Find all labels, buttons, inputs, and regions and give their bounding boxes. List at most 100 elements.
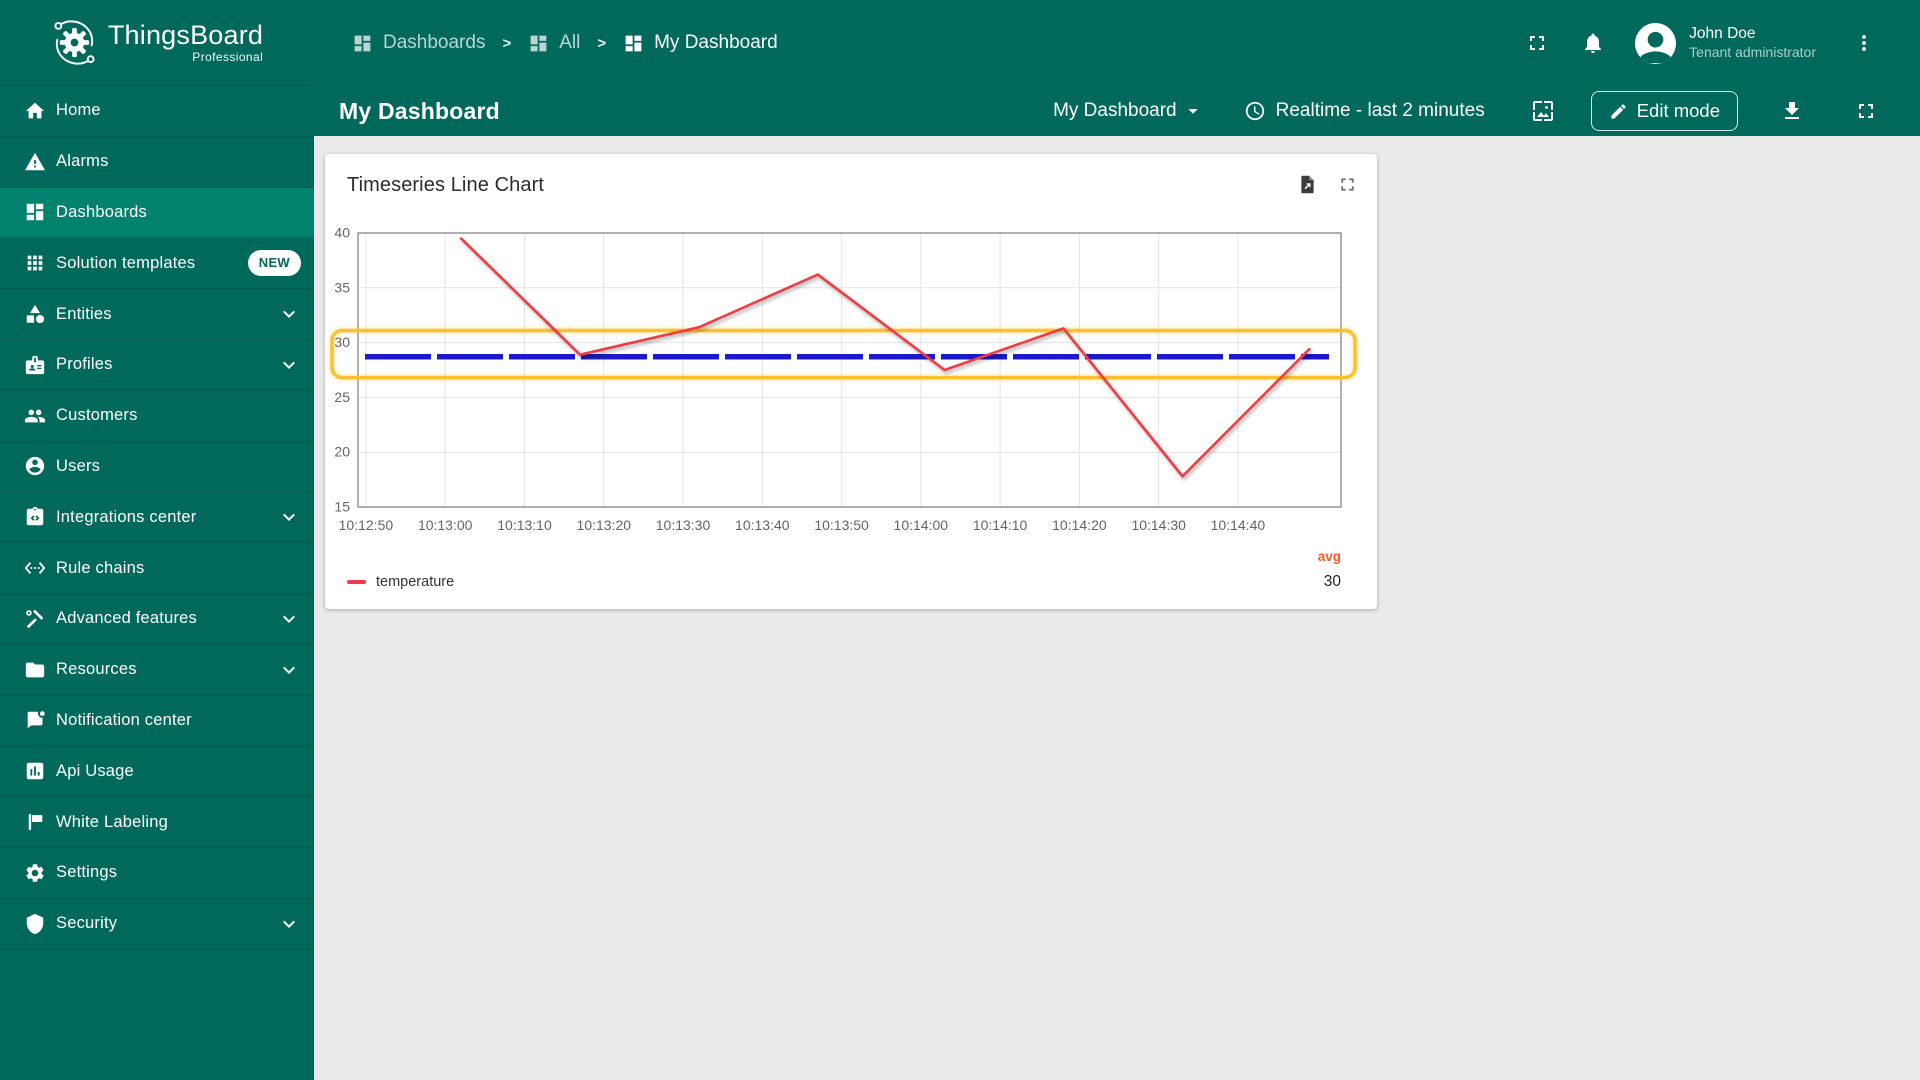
sidebar-item-alarms[interactable]: Alarms bbox=[0, 137, 314, 188]
widget-fullscreen-icon[interactable] bbox=[1337, 174, 1358, 195]
sidebar-item-users[interactable]: Users bbox=[0, 442, 314, 493]
highlight-band bbox=[330, 328, 1357, 380]
breadcrumb-separator: > bbox=[502, 34, 512, 52]
rule-chains-icon bbox=[24, 557, 46, 579]
edit-mode-button[interactable]: Edit mode bbox=[1590, 91, 1738, 131]
chevron-down-icon bbox=[277, 353, 301, 377]
brand-text: ThingsBoard Professional bbox=[107, 20, 264, 64]
sidebar-item-resources[interactable]: Resources bbox=[0, 645, 314, 696]
sidebar-item-profiles[interactable]: Profiles bbox=[0, 340, 314, 391]
x-tick-label: 10:13:00 bbox=[418, 517, 473, 533]
timeseries-widget: Timeseries Line Chart 15 20 25 30 35 40 10:12:… bbox=[325, 154, 1377, 609]
sidebar-item-dashboards[interactable]: Dashboards bbox=[0, 187, 314, 239]
dashboard-select[interactable]: My Dashboard bbox=[1053, 100, 1204, 122]
sidebar-item-label: Home bbox=[56, 101, 101, 120]
sidebar-item-integrations-center[interactable]: Integrations center bbox=[0, 492, 314, 544]
sidebar-item-label: Advanced features bbox=[56, 609, 197, 628]
chevron-down-icon bbox=[277, 505, 301, 529]
dashboard-toolbar: My Dashboard My Dashboard Realtime - las… bbox=[314, 86, 1920, 136]
sidebar-item-white-labeling[interactable]: White Labeling bbox=[0, 797, 314, 848]
integrations-icon bbox=[24, 506, 46, 528]
breadcrumb-item[interactable]: Dashboards bbox=[352, 32, 485, 54]
breadcrumb-item[interactable]: My Dashboard bbox=[623, 32, 778, 54]
white-labeling-icon bbox=[24, 811, 46, 833]
sidebar-item-rule-chains[interactable]: Rule chains bbox=[0, 543, 314, 594]
x-tick-label: 10:14:40 bbox=[1211, 517, 1266, 533]
toolbar-fullscreen-icon[interactable] bbox=[1854, 99, 1878, 123]
dashboards-icon bbox=[24, 201, 46, 223]
new-badge: NEW bbox=[247, 250, 301, 277]
notifications-bell-icon[interactable] bbox=[1581, 31, 1605, 55]
brand-subtitle: Professional bbox=[192, 49, 264, 64]
home-icon bbox=[24, 100, 46, 122]
sidebar-item-advanced-features[interactable]: Advanced features bbox=[0, 594, 314, 645]
widget-actions bbox=[1297, 174, 1358, 195]
breadcrumb: Dashboards > All > My Dashboard bbox=[314, 32, 778, 54]
api-usage-icon bbox=[24, 760, 46, 782]
y-tick-label: 20 bbox=[334, 444, 350, 460]
time-window-label: Realtime - last 2 minutes bbox=[1275, 100, 1485, 121]
toolbar-actions: My Dashboard Realtime - last 2 minutes E… bbox=[1053, 91, 1920, 131]
dashboard-canvas: Timeseries Line Chart 15 20 25 30 35 40 10:12:… bbox=[314, 136, 1920, 1080]
sidebar-item-label: Customers bbox=[56, 406, 138, 425]
top-header: Dashboards > All > My Dashboard John Doe Ten… bbox=[314, 0, 1920, 86]
dashboards-icon bbox=[623, 33, 644, 54]
x-tick-label: 10:12:50 bbox=[339, 517, 394, 533]
breadcrumb-item[interactable]: All bbox=[528, 32, 580, 54]
user-menu[interactable]: John Doe Tenant administrator bbox=[1635, 22, 1816, 64]
x-tick-label: 10:13:30 bbox=[656, 517, 711, 533]
breadcrumb-label: Dashboards bbox=[383, 32, 486, 53]
legend-series-toggle[interactable]: temperature bbox=[347, 574, 454, 590]
sidebar-item-security[interactable]: Security bbox=[0, 899, 314, 950]
sidebar: ThingsBoard Professional Home Alarms Dashb… bbox=[0, 0, 314, 1080]
download-icon[interactable] bbox=[1780, 99, 1804, 123]
sidebar-item-notification-center[interactable]: Notification center bbox=[0, 696, 314, 747]
header-actions: John Doe Tenant administrator bbox=[1525, 22, 1920, 64]
sidebar-item-api-usage[interactable]: Api Usage bbox=[0, 746, 314, 798]
legend-agg-value: 30 bbox=[1323, 573, 1341, 590]
kebab-menu-icon[interactable] bbox=[1852, 31, 1876, 55]
chart-legend: avg temperature 30 bbox=[347, 549, 1341, 591]
thingsboard-logo-icon bbox=[51, 19, 98, 66]
security-icon bbox=[24, 913, 46, 935]
brand-logo[interactable]: ThingsBoard Professional bbox=[0, 0, 314, 86]
user-text: John Doe Tenant administrator bbox=[1689, 24, 1816, 62]
dashboard-select-value: My Dashboard bbox=[1053, 100, 1177, 121]
screenshot-icon[interactable] bbox=[1531, 99, 1555, 123]
resources-icon bbox=[24, 659, 46, 681]
customers-icon bbox=[24, 405, 46, 427]
sidebar-item-label: White Labeling bbox=[56, 812, 168, 831]
sidebar-item-label: Profiles bbox=[56, 355, 113, 374]
legend-agg-header: avg bbox=[1317, 549, 1341, 564]
fullscreen-icon[interactable] bbox=[1525, 31, 1549, 55]
pencil-icon bbox=[1609, 102, 1628, 121]
x-tick-label: 10:13:10 bbox=[497, 517, 552, 533]
time-window-button[interactable]: Realtime - last 2 minutes bbox=[1244, 100, 1485, 122]
brand-name: ThingsBoard bbox=[107, 20, 264, 51]
widget-header: Timeseries Line Chart bbox=[325, 154, 1377, 197]
export-widget-data-icon[interactable] bbox=[1297, 174, 1318, 195]
sidebar-item-label: Alarms bbox=[56, 152, 109, 171]
sidebar-item-customers[interactable]: Customers bbox=[0, 391, 314, 442]
y-tick-label: 30 bbox=[334, 334, 350, 350]
sidebar-item-home[interactable]: Home bbox=[0, 86, 314, 137]
sidebar-item-entities[interactable]: Entities bbox=[0, 289, 314, 340]
sidebar-item-label: Api Usage bbox=[56, 761, 134, 780]
sidebar-item-label: Users bbox=[56, 456, 101, 475]
sidebar-item-label: Dashboards bbox=[56, 202, 147, 221]
sidebar-item-label: Notification center bbox=[56, 710, 192, 729]
sidebar-item-label: Solution templates bbox=[56, 253, 196, 272]
y-tick-label: 15 bbox=[334, 499, 350, 515]
y-tick-label: 40 bbox=[334, 225, 350, 241]
sidebar-item-label: Security bbox=[56, 914, 118, 933]
chevron-down-icon bbox=[277, 607, 301, 631]
page-title: My Dashboard bbox=[339, 97, 500, 124]
notifications-icon bbox=[24, 709, 46, 731]
user-role: Tenant administrator bbox=[1689, 44, 1816, 61]
x-tick-label: 10:14:00 bbox=[894, 517, 949, 533]
entities-icon bbox=[24, 303, 46, 325]
sidebar-item-settings[interactable]: Settings bbox=[0, 848, 314, 899]
sidebar-item-solution-templates[interactable]: Solution templates NEW bbox=[0, 238, 314, 290]
edit-mode-label: Edit mode bbox=[1636, 100, 1720, 121]
advanced-icon bbox=[24, 608, 46, 630]
